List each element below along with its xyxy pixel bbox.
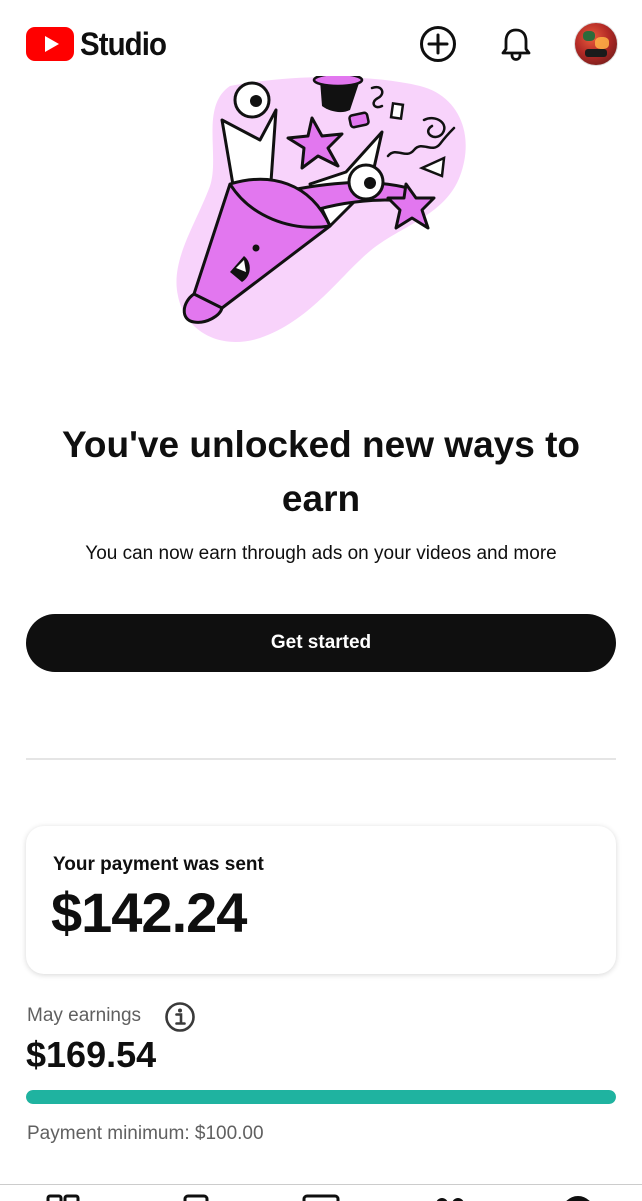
section-divider: [26, 758, 616, 760]
payment-label: Your payment was sent: [53, 854, 264, 875]
notifications-button[interactable]: [494, 22, 538, 66]
payment-threshold-progress: [26, 1090, 616, 1104]
earnings-label: May earnings: [27, 1005, 142, 1026]
earnings-amount: $169.54: [26, 1034, 157, 1075]
info-icon[interactable]: [164, 1001, 196, 1033]
youtube-play-icon: [26, 27, 74, 61]
avatar[interactable]: [574, 22, 618, 66]
payment-card[interactable]: Your payment was sent $142.24: [26, 826, 616, 974]
bottom-navigation: [0, 1184, 642, 1201]
promo-title: You've unlocked new ways to earn: [61, 424, 581, 519]
payment-amount: $142.24: [51, 881, 247, 944]
app-name: Studio: [80, 25, 167, 62]
create-button[interactable]: [416, 22, 460, 66]
party-popper-illustration: [176, 76, 466, 342]
create-icon: [420, 26, 456, 62]
progress-fill: [26, 1090, 616, 1104]
youtube-studio-logo[interactable]: Studio: [26, 26, 174, 62]
notifications-bell-icon: [501, 28, 531, 61]
top-app-bar: Studio: [0, 0, 642, 84]
payment-minimum-label: Payment minimum: $100.00: [27, 1123, 264, 1144]
get-started-button[interactable]: Get started: [26, 614, 616, 672]
promo-subtitle: You can now earn through ads on your vid…: [85, 543, 557, 564]
